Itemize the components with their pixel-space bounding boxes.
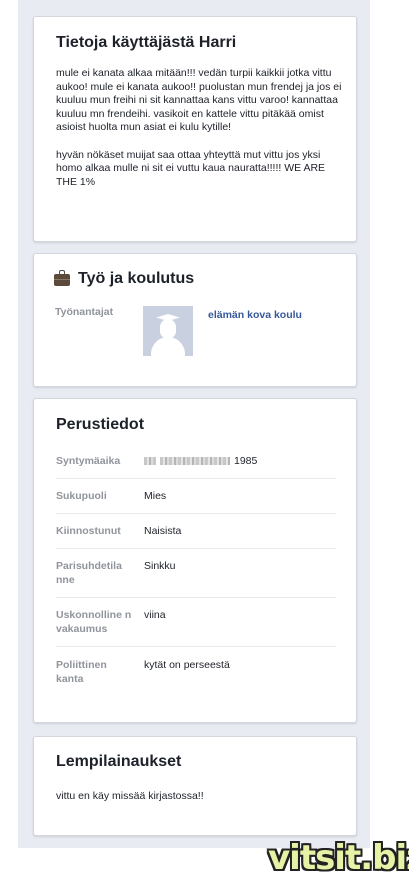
- info-row-relationship: Parisuhdetila nne Sinkku: [56, 559, 336, 598]
- info-value: viina: [144, 609, 166, 621]
- info-row-birthday: Syntymäaika 1985: [56, 454, 336, 479]
- info-row-political: Poliittinen kanta kytät on perseestä: [56, 658, 336, 696]
- about-card: Tietoja käyttäjästä Harri mule ei kanata…: [33, 16, 357, 242]
- info-value: Naisista: [144, 525, 182, 537]
- info-value: kytät on perseestä: [144, 659, 230, 671]
- favorite-quotes-card: Lempilainaukset vittu en käy missää kirj…: [33, 736, 357, 836]
- info-row-gender: Sukupuoli Mies: [56, 489, 336, 514]
- birth-year: 1985: [234, 455, 258, 467]
- about-paragraph-1: mule ei kanata alkaa mitään!!! vedän tur…: [56, 67, 342, 133]
- info-value: Sinkku: [144, 560, 176, 572]
- info-key: Parisuhdetila nne: [56, 560, 122, 586]
- info-key: Poliittinen kanta: [56, 659, 107, 685]
- about-text: mule ei kanata alkaa mitään!!! vedän tur…: [56, 67, 346, 203]
- watermark-logo: vitsit.biz: [268, 838, 409, 878]
- info-value: Mies: [144, 490, 167, 502]
- info-key: Kiinnostunut: [56, 525, 121, 537]
- briefcase-icon: [54, 270, 70, 286]
- quotes-title: Lempilainaukset: [56, 753, 182, 770]
- employer-link[interactable]: elämän kova koulu: [208, 309, 302, 321]
- info-value: 1985: [144, 454, 257, 468]
- info-row-religion: Uskonnolline n vakaumus viina: [56, 608, 336, 647]
- redacted-block: [144, 457, 156, 466]
- info-row-interested-in: Kiinnostunut Naisista: [56, 524, 336, 549]
- info-key: Sukupuoli: [56, 490, 107, 502]
- info-key: Uskonnolline n vakaumus: [56, 609, 132, 635]
- basic-info-title: Perustiedot: [56, 416, 145, 433]
- employers-label: Työnantajat: [55, 306, 114, 318]
- work-title-label: Työ ja koulutus: [78, 270, 195, 287]
- work-title: Työ ja koulutus: [54, 270, 194, 288]
- redacted-block: [160, 457, 230, 466]
- about-paragraph-2: hyvän nökäset muijat saa ottaa yhteyttä …: [56, 148, 326, 188]
- school-avatar[interactable]: [143, 306, 193, 356]
- quotes-text: vittu en käy missää kirjastossa!!: [56, 790, 204, 802]
- basic-info-card: Perustiedot Syntymäaika 1985 Sukupuoli M…: [33, 398, 357, 723]
- info-key: Syntymäaika: [56, 455, 121, 467]
- about-title: Tietoja käyttäjästä Harri: [56, 34, 237, 51]
- work-education-card: Työ ja koulutus Työnantajat elämän kova …: [33, 253, 357, 387]
